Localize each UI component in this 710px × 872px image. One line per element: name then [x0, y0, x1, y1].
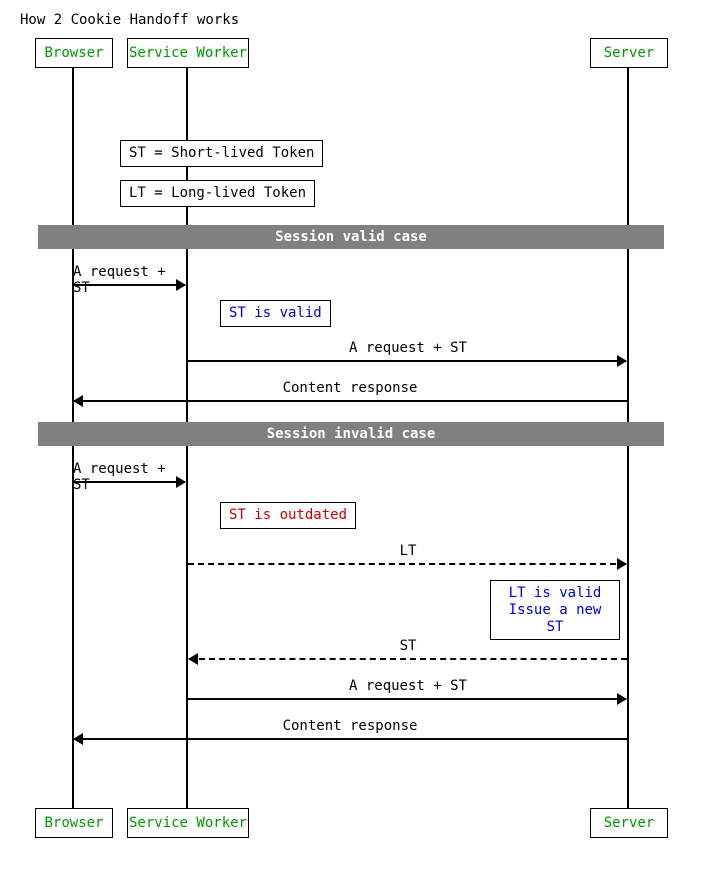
arrow-valid-resp: [74, 400, 628, 402]
msg-valid-fwd-label: A request + ST: [188, 340, 628, 356]
msg-lt-label: LT: [188, 543, 628, 559]
participant-server-top: Server: [590, 38, 668, 68]
arrow-valid-req: [73, 284, 185, 286]
arrow-lt: [188, 563, 626, 565]
arrow-st: [189, 658, 627, 660]
note-lt-valid-line2: Issue a new ST: [509, 602, 602, 635]
note-st-outdated: ST is outdated: [220, 502, 356, 529]
arrow-invalid-resp: [74, 738, 628, 740]
msg-valid-req-label: A request + ST: [73, 264, 187, 296]
divider-valid: Session valid case: [38, 225, 664, 249]
participant-browser-bottom: Browser: [35, 808, 113, 838]
participant-service-worker-top: Service Worker: [127, 38, 249, 68]
participant-server-bottom: Server: [590, 808, 668, 838]
legend-lt: LT = Long-lived Token: [120, 180, 315, 207]
divider-invalid: Session invalid case: [38, 422, 664, 446]
note-st-valid: ST is valid: [220, 300, 331, 327]
diagram-title: How 2 Cookie Handoff works: [20, 12, 239, 28]
note-lt-valid: LT is valid Issue a new ST: [490, 580, 620, 640]
arrow-invalid-req: [73, 481, 185, 483]
msg-invalid-fwd-label: A request + ST: [188, 678, 628, 694]
msg-invalid-resp-label: Content response: [73, 718, 627, 734]
note-lt-valid-line1: LT is valid: [509, 585, 602, 601]
msg-invalid-req-label: A request + ST: [73, 461, 187, 493]
legend-st: ST = Short-lived Token: [120, 140, 323, 167]
arrow-valid-fwd: [188, 360, 626, 362]
msg-st-label: ST: [188, 638, 628, 654]
msg-valid-resp-label: Content response: [73, 380, 627, 396]
arrow-invalid-fwd: [188, 698, 626, 700]
participant-service-worker-bottom: Service Worker: [127, 808, 249, 838]
participant-browser-top: Browser: [35, 38, 113, 68]
sequence-diagram: How 2 Cookie Handoff works Browser Servi…: [0, 0, 710, 872]
